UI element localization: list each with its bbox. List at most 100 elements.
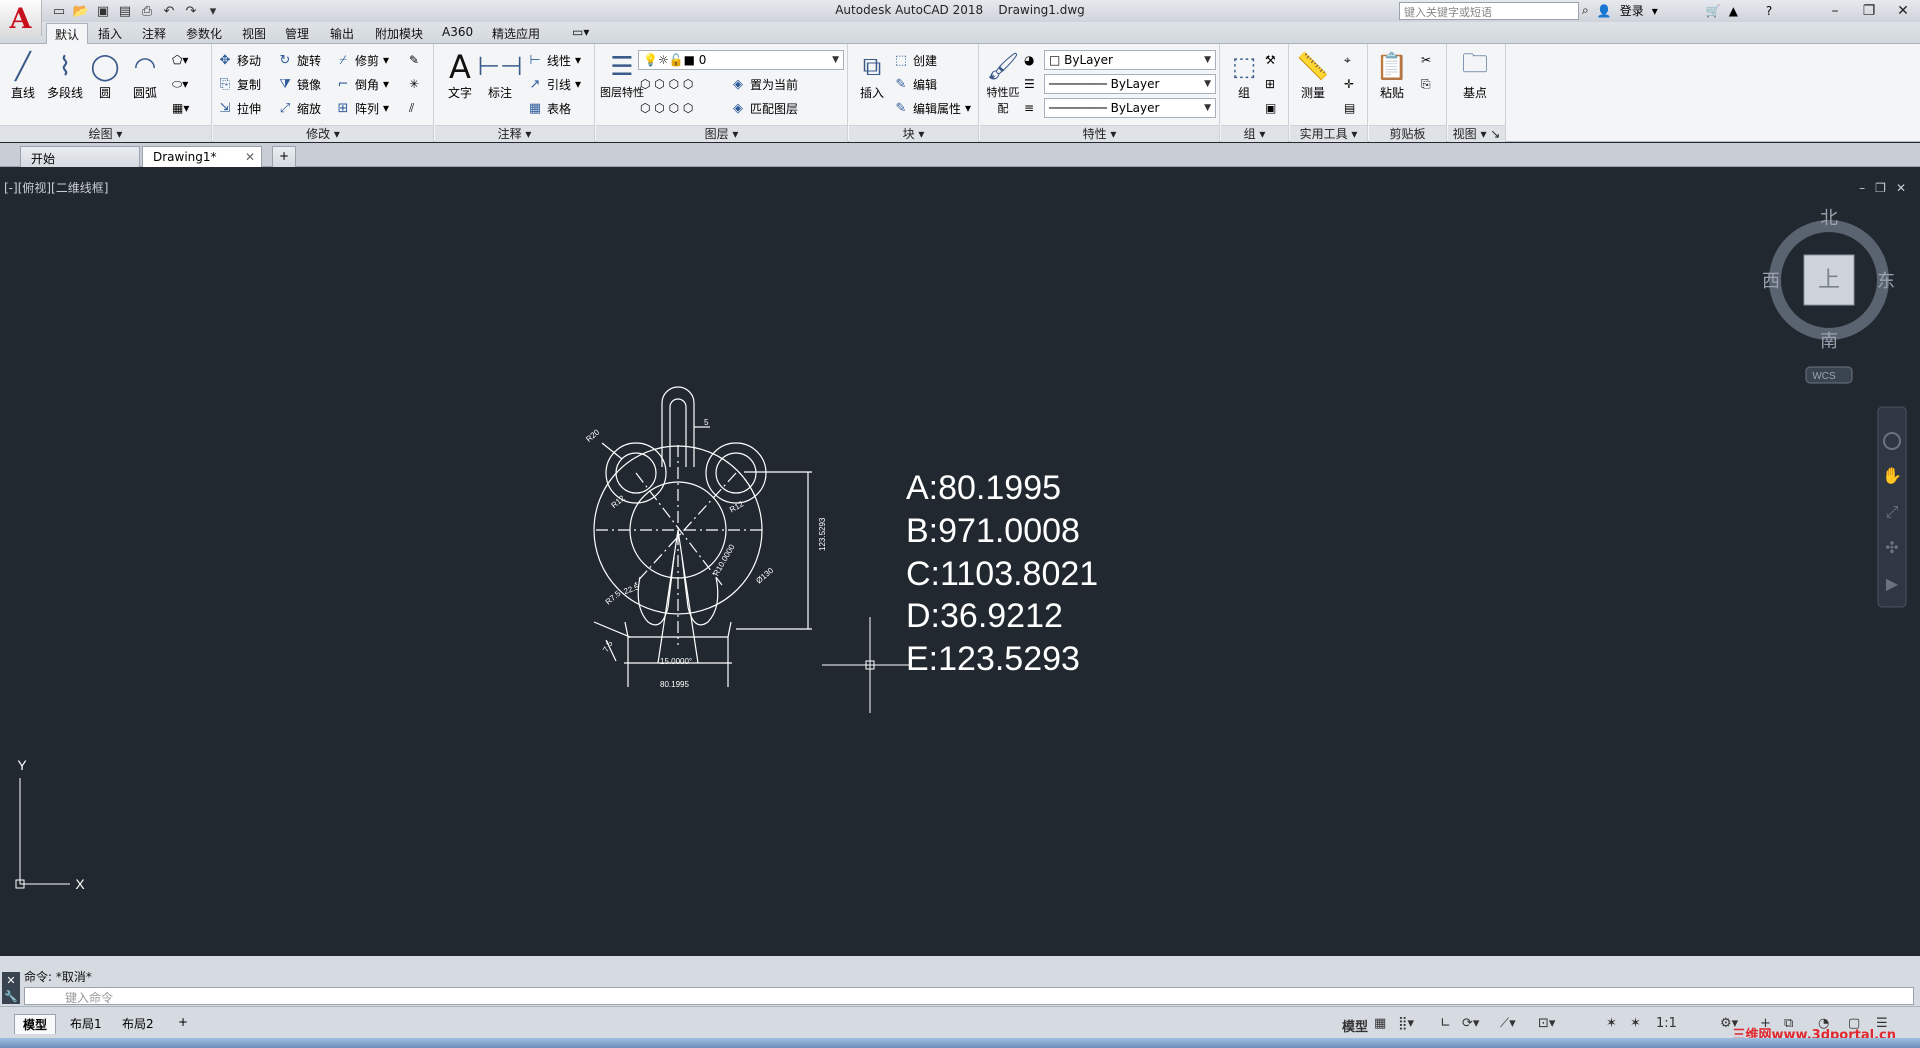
tab-manage[interactable]: 管理 <box>285 25 309 42</box>
panel-view-title[interactable]: 视图 ▾ ↘ <box>1448 125 1505 142</box>
autodesk-icon[interactable]: ▲ <box>1729 4 1738 18</box>
dimension-tool[interactable]: ⊢⊣ 标注 <box>477 50 522 101</box>
cut-icon[interactable]: ✂ <box>1421 50 1431 70</box>
tab-annotate[interactable]: 注释 <box>142 25 166 42</box>
tab-insert[interactable]: 插入 <box>98 25 122 42</box>
panel-properties-title[interactable]: 特性 ▾ <box>980 125 1219 142</box>
panel-utilities-title[interactable]: 实用工具 ▾ <box>1290 125 1367 142</box>
dim-r20[interactable]: R20 <box>584 427 601 444</box>
measure-tool[interactable]: 📏 测量 <box>1294 50 1332 101</box>
panel-annotation-title[interactable]: 注释 ▾ <box>435 125 594 142</box>
panel-clipboard-title[interactable]: 剪贴板 <box>1369 125 1446 142</box>
viewcube[interactable]: 上 北 南 东 西 WCS <box>1762 208 1895 384</box>
group-select-icon[interactable]: ▣ <box>1265 98 1276 118</box>
array-tool[interactable]: ⊞ 阵列 ▾ <box>335 98 390 118</box>
close-command-icon[interactable]: ✕ <box>6 974 15 987</box>
auto-scale-icon[interactable]: ✶ <box>1630 1016 1641 1031</box>
layout-tab-1[interactable]: 布局1 <box>62 1014 110 1033</box>
table-tool[interactable]: ▦ 表格 <box>527 98 571 118</box>
dim-width[interactable]: 80.1995 <box>660 680 689 689</box>
result-a[interactable]: A:80.1995 <box>906 469 1061 507</box>
group-tool[interactable]: ⬚ 组 <box>1225 50 1263 101</box>
lineweight-dropdown[interactable]: ──────── ByLayer ▼ <box>1044 98 1216 118</box>
annotation-visibility-icon[interactable]: ✶ <box>1606 1016 1617 1031</box>
panel-draw-title[interactable]: 绘图 ▾ <box>0 125 211 142</box>
explode-icon[interactable]: ✳ <box>409 74 419 94</box>
tab-featured-apps[interactable]: 精选应用 <box>492 25 540 42</box>
new-tab-button[interactable]: + <box>272 146 296 167</box>
layer-tools-row1-icon[interactable]: ⬡ ⬡ ⬡ ⬡ <box>640 74 693 94</box>
point-icon[interactable]: ✛ <box>1344 74 1354 94</box>
base-point-tool[interactable]: 🗀 基点 <box>1456 49 1494 101</box>
erase-icon[interactable]: ✎ <box>409 50 419 70</box>
grid-icon[interactable]: ▦ <box>1374 1016 1386 1031</box>
application-menu-button[interactable]: A <box>0 0 42 36</box>
edit-block-tool[interactable]: ✎ 编辑 <box>893 74 937 94</box>
command-input[interactable]: 键入命令 <box>24 987 1914 1005</box>
move-tool[interactable]: ✥ 移动 <box>217 50 261 70</box>
copy-tool[interactable]: ⎘ 复制 <box>217 74 261 94</box>
edit-attributes-tool[interactable]: ✎ 编辑属性 ▾ <box>893 98 972 118</box>
restore-icon[interactable]: ❐ <box>1852 0 1886 22</box>
set-current-tool[interactable]: ◈ 置为当前 <box>730 74 798 94</box>
linetype-dropdown[interactable]: ──────── ByLayer ▼ <box>1044 74 1216 94</box>
customize-qat-icon[interactable]: ▾ <box>204 2 222 20</box>
chamfer-leader[interactable] <box>593 621 631 638</box>
dim-angle[interactable]: 15.0000° <box>660 657 692 666</box>
print-icon[interactable]: ⎙ <box>138 2 156 20</box>
dim-diameter-130[interactable]: Ø130 <box>754 566 775 586</box>
result-d[interactable]: D:36.9212 <box>906 597 1063 635</box>
result-b[interactable]: B:971.0008 <box>906 512 1080 550</box>
scale-tool[interactable]: ⤢ 缩放 <box>277 98 321 118</box>
panel-modify-title[interactable]: 修改 ▾ <box>213 125 433 142</box>
group-edit-icon[interactable]: ⚒ <box>1265 50 1276 70</box>
color-wheel-icon[interactable]: ◕ <box>1024 50 1034 70</box>
zoom-icon[interactable]: ⤢ <box>1886 504 1899 521</box>
stretch-tool[interactable]: ⇲ 拉伸 <box>217 98 261 118</box>
compass-west[interactable]: 西 <box>1762 271 1780 291</box>
object-snap-icon[interactable]: ⊡▾ <box>1538 1016 1555 1031</box>
polyline-tool[interactable]: ⌇ 多段线 <box>44 50 86 101</box>
annotation-scale[interactable]: 1:1 <box>1656 1016 1677 1031</box>
showmotion-icon[interactable]: ▶ <box>1886 576 1899 593</box>
command-line-grip[interactable]: ✕ 🔧 <box>2 972 20 1004</box>
color-dropdown[interactable]: □ ByLayer ▼ <box>1044 50 1216 70</box>
panel-block-title[interactable]: 块 ▾ <box>849 125 978 142</box>
save-as-icon[interactable]: ▤ <box>116 2 134 20</box>
ribbon-toggle-icon[interactable]: ▭▾ <box>572 25 589 39</box>
navigation-bar[interactable]: ✋ ⤢ ✣ ▶ <box>1877 406 1907 608</box>
trim-tool[interactable]: ⌿ 修剪 ▾ <box>335 50 389 70</box>
viewcube-top-label[interactable]: 上 <box>1818 267 1840 292</box>
search-input[interactable]: 键入关键字或短语 <box>1399 2 1579 20</box>
cad-part-drawing[interactable] <box>593 386 812 687</box>
rotate-tool[interactable]: ↻ 旋转 <box>277 50 321 70</box>
layer-tools-row2-icon[interactable]: ⬡ ⬡ ⬡ ⬡ <box>640 98 693 118</box>
dim-r12-right[interactable]: R12 <box>728 499 746 514</box>
compass-east[interactable]: 东 <box>1877 271 1895 291</box>
drawing-canvas[interactable]: [-][俯视][二维线框] – ❐ ✕ 上 北 南 东 西 WCS ✋ ⤢ ✣ … <box>0 167 1920 956</box>
snap-icon[interactable]: ⣿▾ <box>1398 1016 1414 1031</box>
add-layout-button[interactable]: + <box>170 1014 196 1030</box>
linetype-icon[interactable]: ☰ <box>1024 74 1035 94</box>
wcs-menu[interactable]: WCS <box>1812 371 1836 382</box>
cart-icon[interactable]: 🛒 <box>1706 4 1721 18</box>
panel-layers-title[interactable]: 图层 ▾ <box>596 125 847 142</box>
hatch-icon[interactable]: ▦▾ <box>172 98 189 118</box>
mirror-tool[interactable]: ⧩ 镜像 <box>277 74 321 94</box>
new-file-icon[interactable]: ▭ <box>50 2 68 20</box>
tab-drawing1[interactable]: Drawing1* ✕ <box>142 146 262 167</box>
tab-addins[interactable]: 附加模块 <box>375 25 423 42</box>
login-button[interactable]: 登录 <box>1620 2 1644 19</box>
tab-a360[interactable]: A360 <box>442 25 473 39</box>
lineweight-icon[interactable]: ≡ <box>1024 98 1034 118</box>
save-icon[interactable]: ▣ <box>94 2 112 20</box>
isodraft-icon[interactable]: ⟋▾ <box>1500 1016 1516 1031</box>
help-icon[interactable]: ? <box>1766 4 1772 18</box>
chevron-down-icon[interactable]: ▾ <box>1652 4 1658 18</box>
calculator-icon[interactable]: ▤ <box>1344 98 1355 118</box>
compass-north[interactable]: 北 <box>1820 208 1838 228</box>
user-icon[interactable]: 👤 <box>1597 4 1612 18</box>
quick-select-icon[interactable]: ⌖ <box>1344 50 1351 70</box>
undo-icon[interactable]: ↶ <box>160 2 178 20</box>
tab-home[interactable]: 默认 <box>46 23 89 44</box>
